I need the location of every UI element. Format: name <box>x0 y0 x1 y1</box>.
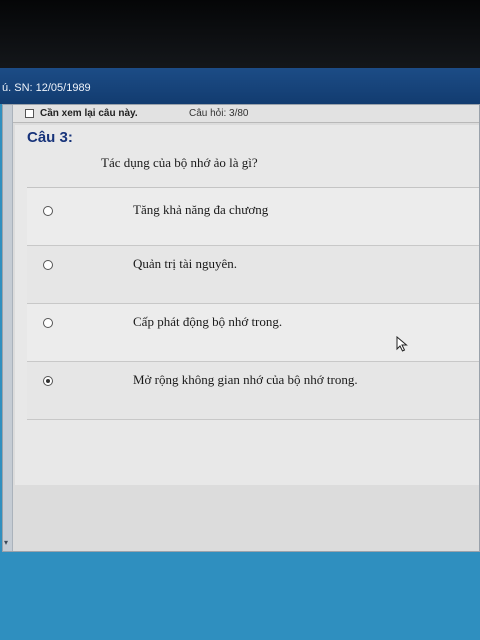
answer-option[interactable]: Quản trị tài nguyên. <box>27 246 479 304</box>
chevron-down-icon[interactable]: ▾ <box>4 538 8 547</box>
screen: ú. SN: 12/05/1989 ▾ Cần xem lại câu này.… <box>0 68 480 640</box>
answer-option[interactable]: Cấp phát động bộ nhớ trong. <box>27 304 479 362</box>
radio-icon[interactable] <box>43 376 53 386</box>
title-bar: ú. SN: 12/05/1989 <box>0 68 480 104</box>
left-scrollbar[interactable]: ▾ <box>3 105 13 551</box>
review-checkbox[interactable] <box>25 109 34 118</box>
answer-label[interactable]: Mở rộng không gian nhớ của bộ nhớ trong. <box>133 372 358 388</box>
answer-label[interactable]: Quản trị tài nguyên. <box>133 256 237 272</box>
question-counter: Câu hỏi: 3/80 <box>189 108 249 119</box>
answer-label[interactable]: Tăng khả năng đa chương <box>133 202 268 218</box>
question-toolbar: Cần xem lại câu này. Câu hỏi: 3/80 <box>13 105 479 123</box>
mouse-pointer-icon <box>396 336 408 352</box>
radio-icon[interactable] <box>43 206 53 216</box>
question-panel: Câu 3: Tác dụng của bộ nhớ ảo là gì? Tăn… <box>15 125 479 485</box>
title-bar-text: ú. SN: 12/05/1989 <box>2 82 91 94</box>
answer-label[interactable]: Cấp phát động bộ nhớ trong. <box>133 314 282 330</box>
monitor-bezel <box>0 0 480 74</box>
radio-icon[interactable] <box>43 318 53 328</box>
question-text: Tác dụng của bộ nhớ ảo là gì? <box>101 155 258 170</box>
answer-list: Tăng khả năng đa chương Quản trị tài ngu… <box>27 187 479 447</box>
radio-icon[interactable] <box>43 260 53 270</box>
answer-option[interactable]: Mở rộng không gian nhớ của bộ nhớ trong. <box>27 362 479 420</box>
review-label[interactable]: Cần xem lại câu này. <box>40 108 138 119</box>
exam-window: ▾ Cần xem lại câu này. Câu hỏi: 3/80 Câu… <box>2 104 480 552</box>
answer-option[interactable]: Tăng khả năng đa chương <box>27 188 479 246</box>
question-number: Câu 3: <box>27 129 73 146</box>
